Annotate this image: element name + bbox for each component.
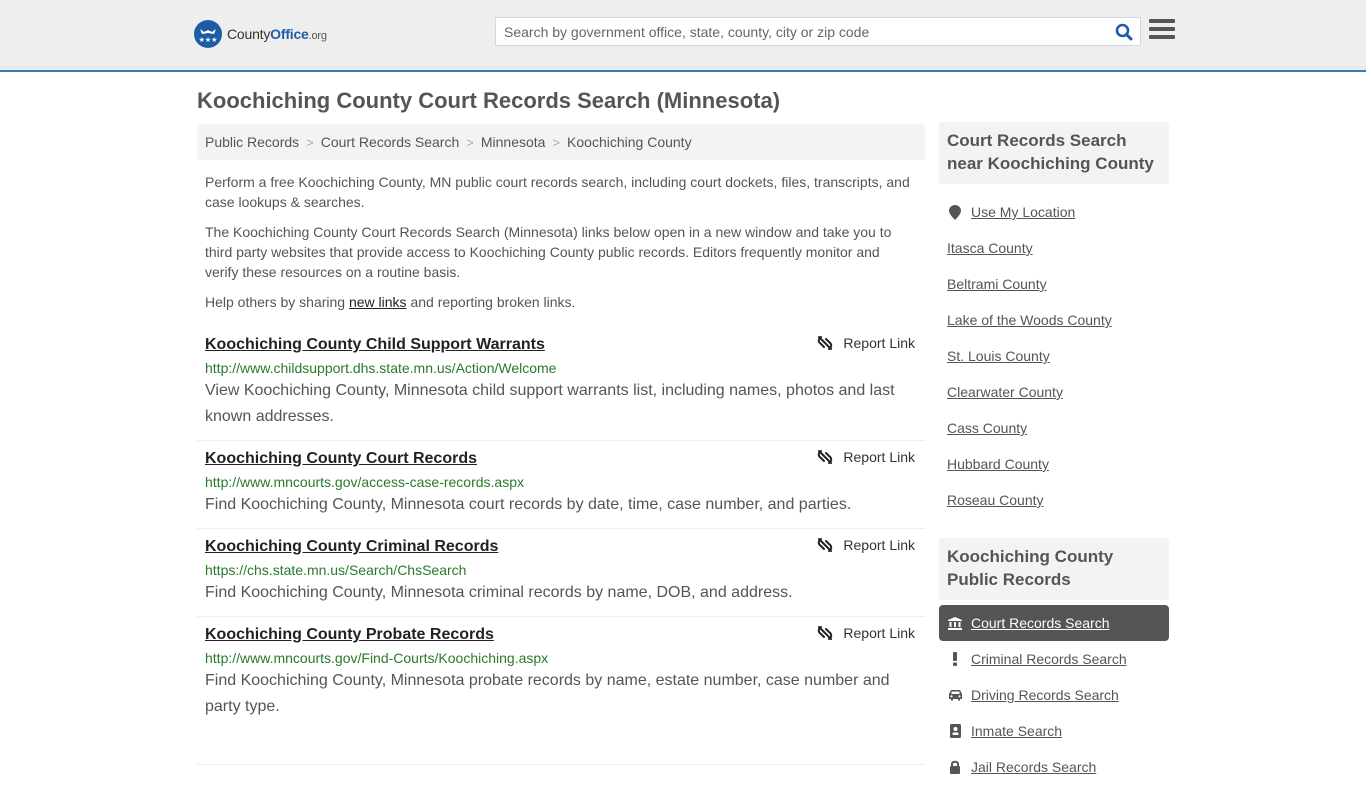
county-link[interactable]: Roseau County — [947, 492, 1044, 508]
sidebar-item-roseau: Roseau County — [939, 482, 1169, 518]
sidebar-item-inmate-search: Inmate Search — [939, 713, 1169, 749]
exclamation-icon — [947, 652, 963, 666]
svg-text:★★★: ★★★ — [199, 36, 218, 44]
result-description: View Koochiching County, Minnesota child… — [205, 382, 895, 425]
result-title-link[interactable]: Koochiching County Court Records — [205, 449, 477, 469]
public-records-link[interactable]: Court Records Search — [971, 615, 1110, 631]
result-item: Koochiching County Criminal Records Repo… — [197, 529, 925, 617]
use-my-location-link[interactable]: Use My Location — [971, 204, 1075, 220]
nearby-heading: Court Records Search near Koochiching Co… — [939, 122, 1169, 184]
county-link[interactable]: Clearwater County — [947, 384, 1063, 400]
result-title-link[interactable]: Koochiching County Criminal Records — [205, 537, 498, 557]
public-records-link[interactable]: Jail Records Search — [971, 759, 1096, 775]
public-records-link[interactable]: Inmate Search — [971, 723, 1062, 739]
sidebar-item-clearwater: Clearwater County — [939, 374, 1169, 410]
result-description: Find Koochiching County, Minnesota proba… — [205, 672, 890, 715]
sidebar-item-driving-records-search: Driving Records Search — [939, 677, 1169, 713]
main-content: Public Records > Court Records Search > … — [197, 124, 925, 765]
result-item: Koochiching County Child Support Warrant… — [197, 327, 925, 441]
breadcrumb: Public Records > Court Records Search > … — [197, 124, 925, 160]
breadcrumb-separator: > — [552, 134, 561, 150]
intro-paragraph: Perform a free Koochiching County, MN pu… — [205, 174, 910, 210]
search-button[interactable] — [1108, 18, 1140, 45]
result-url: http://www.childsupport.dhs.state.mn.us/… — [205, 360, 557, 376]
sidebar: Court Records Search near Koochiching Co… — [939, 122, 1169, 785]
page-title: Koochiching County Court Records Search … — [197, 88, 781, 113]
search-icon — [1115, 23, 1133, 40]
breadcrumb-koochiching-county[interactable]: Koochiching County — [567, 134, 692, 150]
site-header: ★★★ CountyOffice.org — [0, 0, 1366, 72]
broken-link-icon — [818, 538, 833, 552]
county-link[interactable]: Hubbard County — [947, 456, 1049, 472]
result-description: Find Koochiching County, Minnesota court… — [205, 496, 852, 513]
report-link-button[interactable]: Report Link — [817, 625, 915, 641]
result-item: Koochiching County Court Records Report … — [197, 441, 925, 529]
breadcrumb-separator: > — [306, 134, 314, 150]
sidebar-item-st-louis: St. Louis County — [939, 338, 1169, 374]
car-icon — [947, 689, 963, 701]
logo-text: CountyOffice.org — [227, 26, 327, 42]
intro-paragraph: The Koochiching County Court Records Sea… — [205, 224, 892, 280]
result-title-link[interactable]: Koochiching County Probate Records — [205, 625, 494, 645]
sidebar-item-court-records-search: Court Records Search — [939, 605, 1169, 641]
sidebar-item-itasca: Itasca County — [939, 230, 1169, 266]
results-list: Koochiching County Child Support Warrant… — [197, 327, 925, 765]
broken-link-icon — [818, 336, 833, 350]
eagle-stars-logo-icon: ★★★ — [194, 20, 222, 48]
public-records-link[interactable]: Driving Records Search — [971, 687, 1119, 703]
result-url: http://www.mncourts.gov/Find-Courts/Kooc… — [205, 650, 549, 666]
broken-link-icon — [818, 450, 833, 464]
result-item: Koochiching County Probate Records Repor… — [197, 617, 925, 765]
menu-bar — [1149, 27, 1175, 31]
use-my-location-item: Use My Location — [939, 194, 1169, 230]
courthouse-icon — [947, 616, 963, 630]
sidebar-item-hubbard: Hubbard County — [939, 446, 1169, 482]
sidebar-item-jail-records-search: Jail Records Search — [939, 749, 1169, 785]
lock-icon — [947, 760, 963, 774]
public-records-heading: Koochiching County Public Records — [939, 538, 1169, 600]
public-records-list: Court Records Search Criminal Records Se… — [939, 605, 1169, 785]
breadcrumb-public-records[interactable]: Public Records — [205, 134, 299, 150]
result-title-link[interactable]: Koochiching County Child Support Warrant… — [205, 335, 545, 355]
county-link[interactable]: Cass County — [947, 420, 1027, 436]
menu-bar — [1149, 19, 1175, 23]
public-records-link[interactable]: Criminal Records Search — [971, 651, 1127, 667]
report-link-button[interactable]: Report Link — [817, 537, 915, 553]
county-link[interactable]: St. Louis County — [947, 348, 1050, 364]
id-badge-icon — [947, 724, 963, 738]
site-logo[interactable]: ★★★ CountyOffice.org — [194, 20, 327, 48]
hamburger-menu-button[interactable] — [1149, 19, 1175, 43]
search-bar — [495, 17, 1141, 46]
share-links-paragraph: Help others by sharing new links and rep… — [205, 294, 576, 310]
sidebar-item-beltrami: Beltrami County — [939, 266, 1169, 302]
new-links-link[interactable]: new links — [349, 294, 407, 310]
breadcrumb-separator: > — [466, 134, 474, 150]
county-link[interactable]: Beltrami County — [947, 276, 1047, 292]
intro-text: Perform a free Koochiching County, MN pu… — [197, 172, 925, 312]
report-link-button[interactable]: Report Link — [817, 449, 915, 465]
report-link-button[interactable]: Report Link — [817, 335, 915, 351]
menu-bar — [1149, 35, 1175, 39]
result-description: Find Koochiching County, Minnesota crimi… — [205, 584, 793, 601]
breadcrumb-court-records-search[interactable]: Court Records Search — [321, 134, 460, 150]
sidebar-item-cass: Cass County — [939, 410, 1169, 446]
result-url: https://chs.state.mn.us/Search/ChsSearch — [205, 562, 467, 578]
search-input[interactable] — [496, 18, 1108, 45]
broken-link-icon — [818, 626, 833, 640]
county-link[interactable]: Lake of the Woods County — [947, 312, 1112, 328]
sidebar-item-criminal-records-search: Criminal Records Search — [939, 641, 1169, 677]
county-link[interactable]: Itasca County — [947, 240, 1033, 256]
nearby-county-list: Use My Location Itasca County Beltrami C… — [939, 194, 1169, 518]
map-marker-icon — [947, 204, 963, 220]
sidebar-item-lake-of-the-woods: Lake of the Woods County — [939, 302, 1169, 338]
result-url: http://www.mncourts.gov/access-case-reco… — [205, 474, 525, 490]
breadcrumb-minnesota[interactable]: Minnesota — [481, 134, 546, 150]
